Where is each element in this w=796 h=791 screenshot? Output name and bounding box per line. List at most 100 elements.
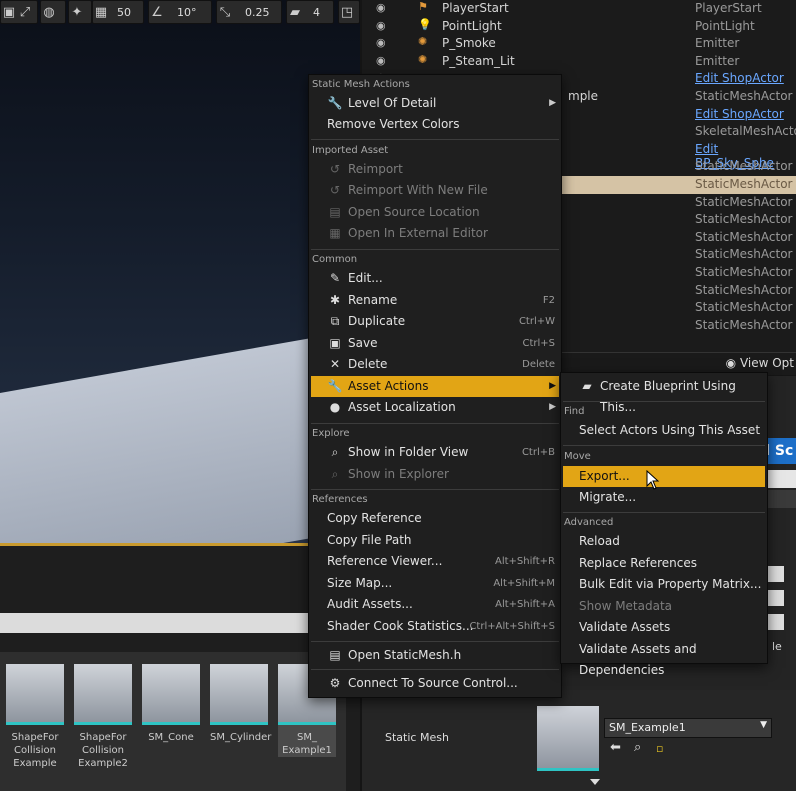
menu-remove-vertex-colors[interactable]: Remove Vertex Colors (311, 114, 559, 135)
menu-copy-reference[interactable]: Copy Reference (311, 508, 559, 529)
outliner-edit-link[interactable]: Edit ShopActor (695, 107, 784, 121)
maximize-viewport-button[interactable]: ◳ (338, 0, 360, 24)
menu-open-source-location[interactable]: ▤ Open Source Location (311, 202, 559, 223)
asset-tile[interactable]: SM_Cylinder (210, 664, 271, 744)
menu-reload[interactable]: Reload (563, 531, 765, 552)
menu-copy-file-path[interactable]: Copy File Path (311, 530, 559, 551)
asset-thumbnail (74, 664, 132, 725)
world-local-toggle[interactable]: ◍ (40, 0, 66, 24)
section-move: Move (564, 451, 591, 462)
expand-arrow-icon[interactable] (590, 779, 600, 785)
asset-thumbnail (6, 664, 64, 725)
asset-tile[interactable]: SM_Cone (142, 664, 200, 744)
menu-open-staticmesh-h[interactable]: ▤ Open StaticMesh.h (311, 645, 559, 666)
menu-size-map[interactable]: Size Map... Alt+Shift+M (311, 573, 559, 594)
side-label: le (772, 640, 782, 653)
menu-connect-source-control[interactable]: ⚙ Connect To Source Control... (311, 673, 559, 694)
menu-validate-assets-dependencies[interactable]: Validate Assets and Dependencies (563, 639, 765, 677)
menu-bulk-edit-property-matrix[interactable]: Bulk Edit via Property Matrix... (563, 574, 765, 595)
component-icon[interactable] (768, 614, 784, 630)
scale-snap-control[interactable]: ⤡ 0.25 (216, 0, 282, 24)
menu-export[interactable]: Export... (563, 466, 765, 487)
rotation-snap-control[interactable]: ∠ 10° (148, 0, 212, 24)
reset-icon[interactable]: ▫ (656, 742, 663, 755)
delete-icon: ✕ (329, 357, 341, 371)
use-selected-arrow-icon[interactable]: ⬅ (610, 740, 621, 755)
menu-asset-localization[interactable]: ● Asset Localization ▶ (311, 397, 559, 418)
grid-snap-control[interactable]: ▦ 50 (92, 0, 144, 24)
grid-icon: ▦ (94, 4, 108, 20)
menu-select-actors-using-asset[interactable]: Select Actors Using This Asset (563, 420, 765, 441)
menu-show-in-explorer[interactable]: ⌕ Show in Explorer (311, 464, 559, 485)
duplicate-icon: ⧉ (330, 314, 340, 328)
source-control-icon: ⚙ (329, 676, 341, 690)
scale-tool-icon[interactable]: ▣ (1, 4, 17, 20)
submenu-arrow-icon: ▶ (549, 381, 556, 391)
component-icon[interactable] (768, 566, 784, 582)
menu-replace-references[interactable]: Replace References (563, 553, 765, 574)
emitter-icon: ✺ (418, 35, 428, 49)
eye-icon[interactable]: ◉ (376, 19, 386, 32)
search-icon: ⌕ (331, 445, 339, 459)
rotation-snap-value: 10° (177, 5, 197, 19)
eye-icon[interactable]: ◉ (376, 1, 386, 14)
menu-show-in-folder-view[interactable]: ⌕ Show in Folder View Ctrl+B (311, 442, 559, 463)
component-icon[interactable] (768, 590, 784, 606)
submenu-arrow-icon: ▶ (549, 98, 556, 108)
menu-duplicate[interactable]: ⧉ Duplicate Ctrl+W (311, 311, 559, 332)
asset-tile[interactable]: ShapeFor Collision Example (6, 664, 64, 770)
globe-icon: ◍ (43, 4, 55, 20)
pencil-icon: ✎ (329, 271, 341, 285)
menu-show-metadata[interactable]: Show Metadata (563, 596, 765, 617)
scale-snap-value: 0.25 (245, 5, 270, 19)
menu-audit-assets[interactable]: Audit Assets... Alt+Shift+A (311, 594, 559, 615)
outliner-edit-link[interactable]: Edit ShopActor (695, 71, 784, 85)
eye-icon[interactable]: ◉ (376, 54, 386, 67)
asset-thumbnail (210, 664, 268, 725)
content-search-bar[interactable] (0, 613, 346, 633)
surface-snap-icon: ✦ (71, 4, 83, 20)
menu-delete[interactable]: ✕ Delete Delete (311, 354, 559, 375)
outliner-actor-type: StaticMeshActor (695, 159, 793, 174)
menu-reference-viewer[interactable]: Reference Viewer... Alt+Shift+R (311, 551, 559, 572)
surface-snap-button[interactable]: ✦ (68, 0, 92, 24)
menu-shader-cook-statistics[interactable]: Shader Cook Statistics... Ctrl+Alt+Shift… (311, 616, 559, 637)
menu-rename[interactable]: ✱ Rename F2 (311, 290, 559, 311)
scale-snap-icon: ⤡ (219, 4, 231, 20)
folder-icon: ▤ (329, 205, 341, 219)
outliner-actor-type: StaticMeshActor (695, 212, 793, 227)
menu-asset-actions[interactable]: 🔧 Asset Actions ▶ (311, 376, 559, 397)
camera-speed-control[interactable]: ▰ 4 (286, 0, 334, 24)
outliner-actor-type: StaticMeshActor (695, 194, 793, 209)
menu-validate-assets[interactable]: Validate Assets (563, 617, 765, 638)
outliner-row[interactable]: ◉ ⚑ PlayerStart PlayerStart (362, 0, 796, 18)
menu-save[interactable]: ▣ Save Ctrl+S (311, 333, 559, 354)
menu-separator (311, 669, 559, 670)
menu-level-of-detail[interactable]: 🔧 Level Of Detail ▶ (311, 93, 559, 114)
floor-mesh (0, 322, 360, 546)
menu-reimport[interactable]: ↺ Reimport (311, 159, 559, 180)
static-mesh-thumbnail[interactable] (537, 706, 599, 771)
outliner-row[interactable]: ◉ ✺ P_Steam_Lit Emitter (362, 53, 796, 71)
menu-create-blueprint[interactable]: ▰ Create Blueprint Using This... (563, 376, 765, 414)
level-viewport[interactable] (0, 0, 360, 546)
menu-migrate[interactable]: Migrate... (563, 487, 765, 508)
expand-icon[interactable]: ⤢ (17, 4, 33, 20)
asset-label: SM_Cone (148, 732, 194, 743)
outliner-actor-type: SkeletalMeshActor (695, 124, 796, 139)
outliner-row[interactable]: ◉ ✺ P_Smoke Emitter (362, 35, 796, 53)
outliner-actor-type: StaticMeshActor (695, 229, 793, 244)
outliner-actor-type: StaticMeshActor (695, 89, 793, 103)
asset-tile[interactable]: ShapeFor Collision Example2 (74, 664, 132, 770)
view-options-button[interactable]: ◉ View Opt (726, 356, 794, 370)
browse-search-icon[interactable]: ⌕ (634, 740, 641, 755)
static-mesh-dropdown[interactable]: SM_Example1 ▼ (604, 718, 772, 738)
outliner-actor-type: Emitter (695, 36, 740, 51)
wrench-icon: 🔧 (327, 379, 343, 393)
outliner-row[interactable]: ◉ 💡 PointLight PointLight (362, 18, 796, 36)
menu-edit[interactable]: ✎ Edit... (311, 268, 559, 289)
transform-toolbar-group: ▣ ⤢ (0, 0, 38, 24)
eye-icon[interactable]: ◉ (376, 36, 386, 49)
menu-open-external-editor[interactable]: ▦ Open In External Editor (311, 223, 559, 244)
menu-reimport-new-file[interactable]: ↺ Reimport With New File (311, 180, 559, 201)
